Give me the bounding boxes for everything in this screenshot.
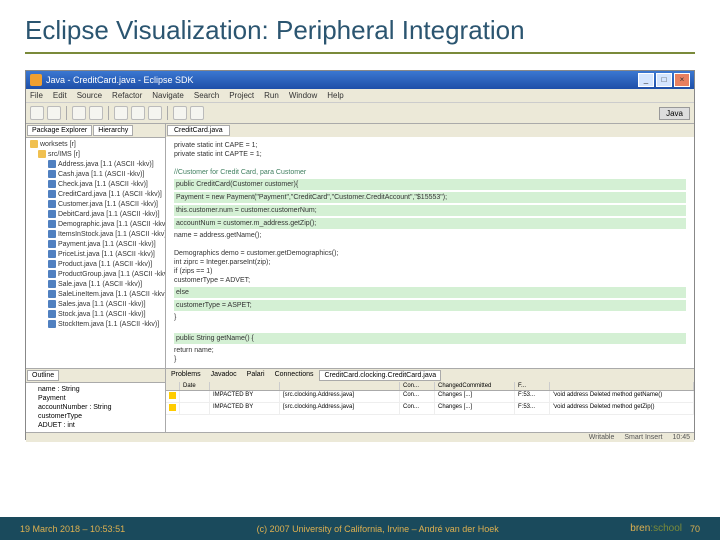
menu-run[interactable]: Run xyxy=(264,91,279,100)
menu-navigate[interactable]: Navigate xyxy=(152,91,184,100)
run-button[interactable] xyxy=(89,106,103,120)
warning-icon xyxy=(169,404,176,411)
tab-creditcard[interactable]: CreditCard.clocking.CreditCard.java xyxy=(319,370,441,381)
menu-edit[interactable]: Edit xyxy=(53,91,67,100)
tab-javadoc[interactable]: Javadoc xyxy=(207,370,241,381)
eclipse-ide: Java - CreditCard.java - Eclipse SDK _ □… xyxy=(25,70,695,440)
close-button[interactable]: × xyxy=(674,73,690,87)
title-underline xyxy=(25,52,695,54)
package-explorer: Package Explorer Hierarchy worksets [r] … xyxy=(26,124,166,368)
warning-icon xyxy=(169,392,176,399)
save-button[interactable] xyxy=(47,106,61,120)
outline-item[interactable]: accountNumber : String xyxy=(28,403,163,412)
eclipse-icon xyxy=(30,74,42,86)
tb-btn[interactable] xyxy=(131,106,145,120)
tb-btn[interactable] xyxy=(190,106,204,120)
menu-file[interactable]: File xyxy=(30,91,43,100)
impact-table: Date Con... ChangedCommitted F... IMPACT… xyxy=(166,382,694,432)
table-row[interactable]: IMPACTED BY [src.clocking.Address.java] … xyxy=(166,391,694,403)
outline-item[interactable]: customerType xyxy=(28,412,163,421)
editor-tab[interactable]: CreditCard.java xyxy=(167,125,230,136)
slide-footer: 19 March 2018 – 10:53:51 (c) 2007 Univer… xyxy=(0,517,720,540)
new-button[interactable] xyxy=(30,106,44,120)
menubar: File Edit Source Refactor Navigate Searc… xyxy=(26,89,694,103)
footer-copyright: (c) 2007 University of California, Irvin… xyxy=(125,524,630,534)
status-writable: Writable xyxy=(589,434,615,441)
tab-problems[interactable]: Problems xyxy=(167,370,205,381)
package-tree[interactable]: worksets [r] src/IMS [r] Address.java [1… xyxy=(26,138,165,368)
minimize-button[interactable]: _ xyxy=(638,73,654,87)
tb-btn[interactable] xyxy=(114,106,128,120)
window-titlebar: Java - CreditCard.java - Eclipse SDK _ □… xyxy=(26,71,694,89)
status-insert: Smart Insert xyxy=(624,434,662,441)
menu-source[interactable]: Source xyxy=(77,91,102,100)
maximize-button[interactable]: □ xyxy=(656,73,672,87)
toolbar: Java xyxy=(26,103,694,124)
outline-item[interactable]: ADUET : int xyxy=(28,421,163,430)
statusbar: Writable Smart Insert 10:45 xyxy=(26,432,694,442)
table-row[interactable]: IMPACTED BY [src.clocking.Address.java] … xyxy=(166,403,694,415)
menu-search[interactable]: Search xyxy=(194,91,219,100)
menu-window[interactable]: Window xyxy=(289,91,317,100)
tab-connections[interactable]: Connections xyxy=(271,370,318,381)
debug-button[interactable] xyxy=(72,106,86,120)
menu-project[interactable]: Project xyxy=(229,91,254,100)
page-number: 70 xyxy=(690,524,700,534)
window-title: Java - CreditCard.java - Eclipse SDK xyxy=(46,75,194,85)
menu-help[interactable]: Help xyxy=(327,91,343,100)
code-editor[interactable]: private static int CAPE = 1; private sta… xyxy=(166,137,694,368)
outline-tab[interactable]: Outline xyxy=(27,370,59,381)
slide-title: Eclipse Visualization: Peripheral Integr… xyxy=(25,15,695,46)
tb-btn[interactable] xyxy=(148,106,162,120)
tab-hierarchy[interactable]: Hierarchy xyxy=(93,125,133,136)
perspective-switcher[interactable]: Java xyxy=(659,107,690,120)
status-position: 10:45 xyxy=(672,434,690,441)
tb-btn[interactable] xyxy=(173,106,187,120)
tab-package-explorer[interactable]: Package Explorer xyxy=(27,125,92,136)
bottom-tabs: Problems Javadoc Palari Connections Cred… xyxy=(166,369,694,382)
menu-refactor[interactable]: Refactor xyxy=(112,91,142,100)
tab-palari[interactable]: Palari xyxy=(243,370,269,381)
bren-logo: bren:school xyxy=(630,523,682,534)
outline-view: Outline name : String Payment accountNum… xyxy=(26,369,166,432)
outline-item[interactable]: name : String xyxy=(28,385,163,394)
footer-date: 19 March 2018 – 10:53:51 xyxy=(20,524,125,534)
outline-item[interactable]: Payment xyxy=(28,394,163,403)
